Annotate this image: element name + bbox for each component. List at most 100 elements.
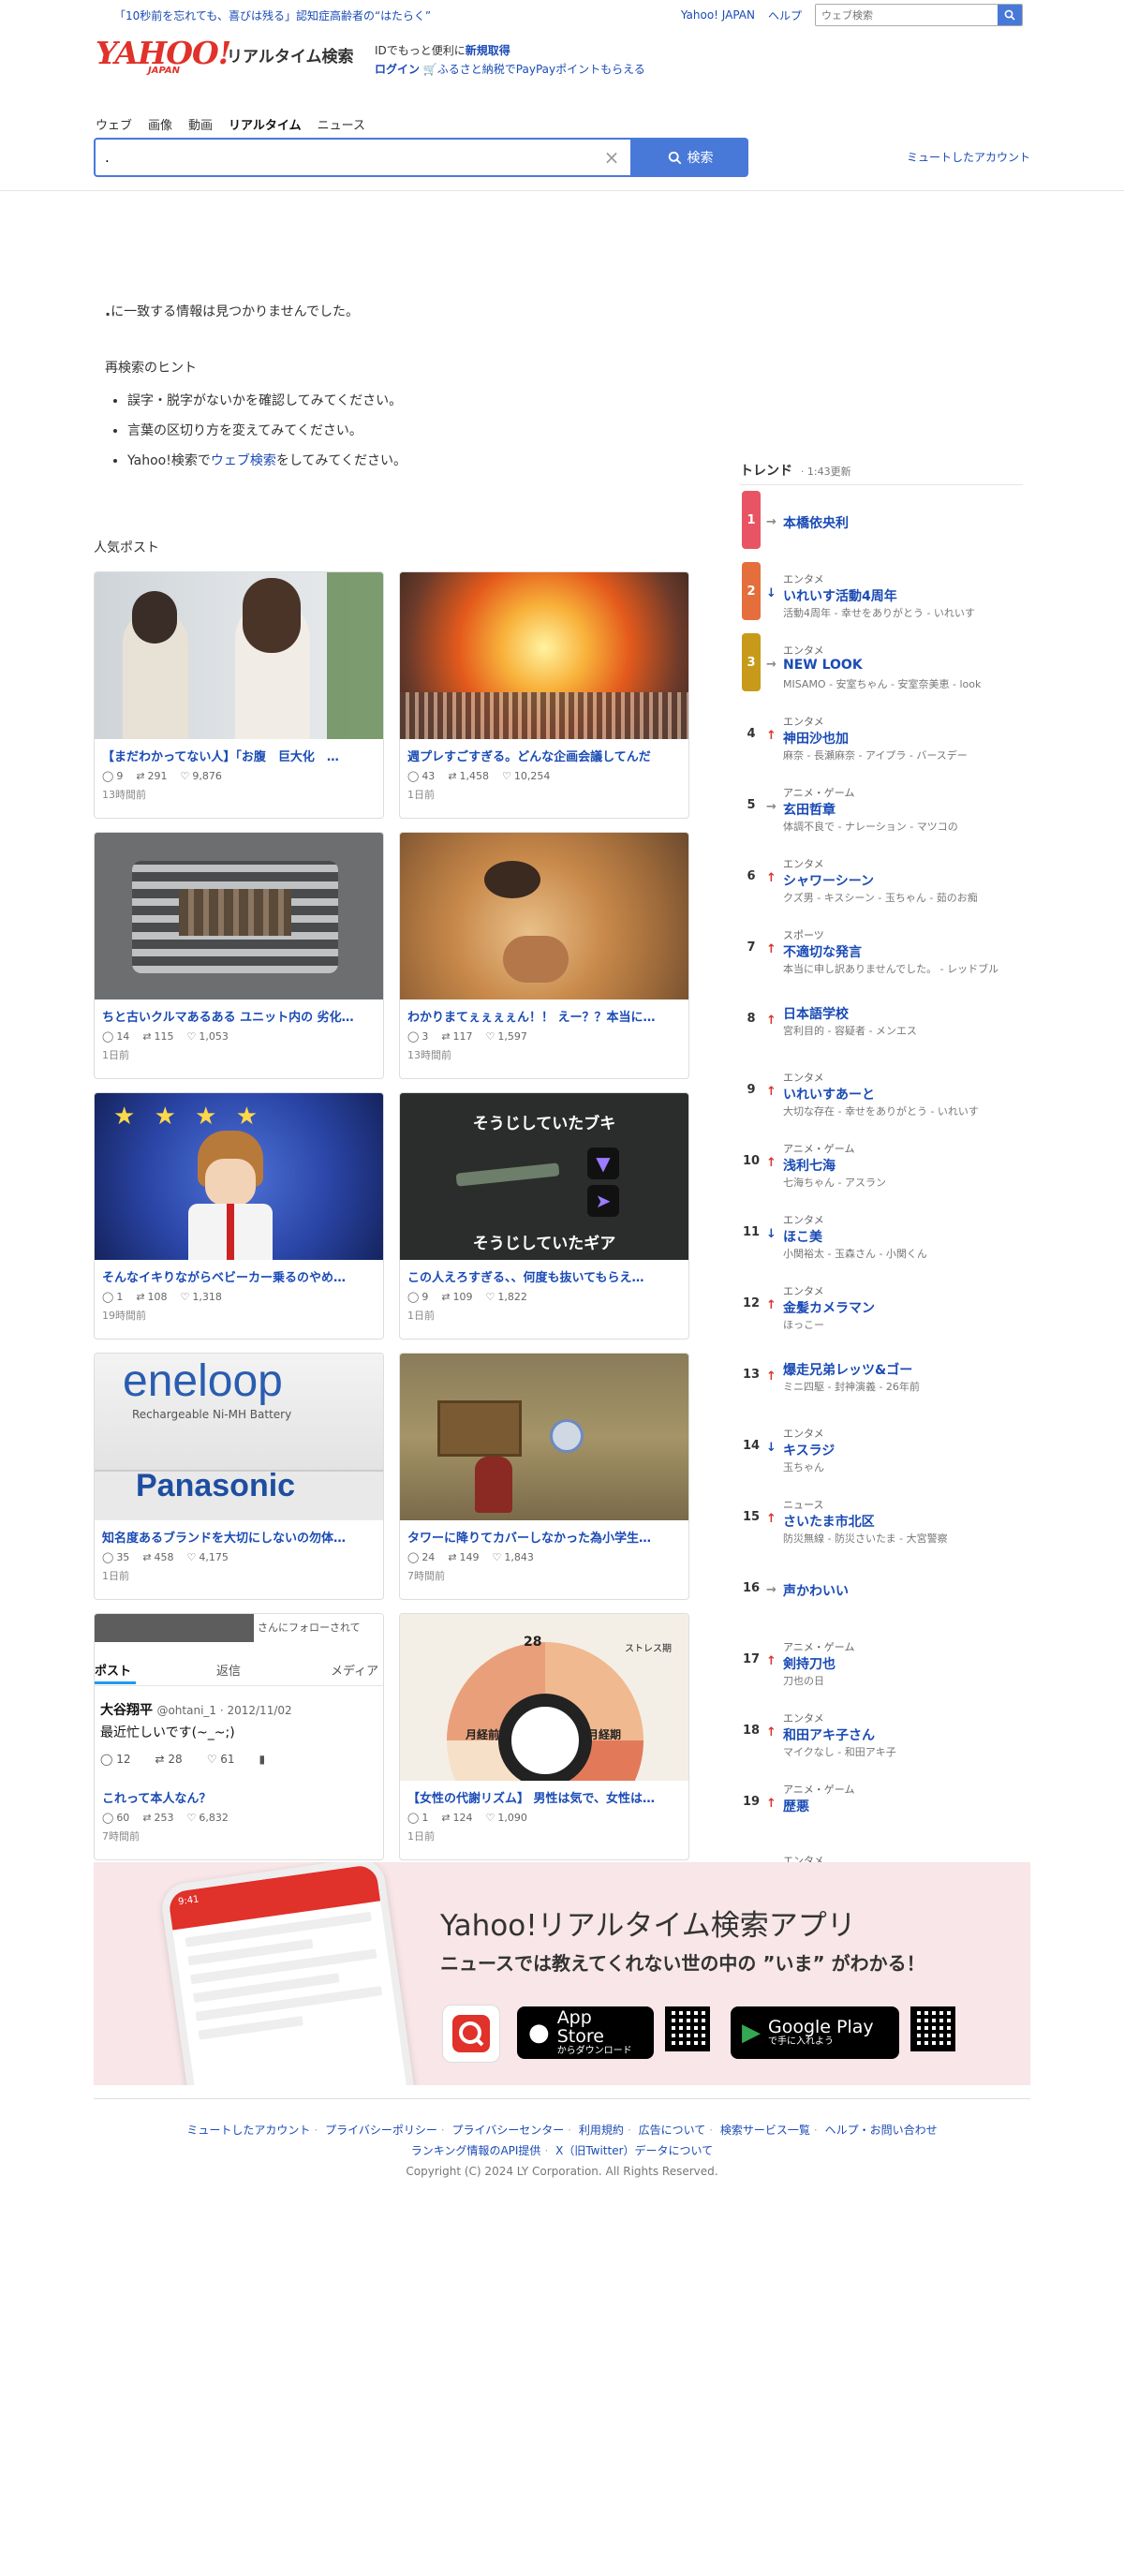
promo-link[interactable]: 「10秒前を忘れても、喜びは残る」認知症高齢者の“はたらく”	[114, 7, 431, 23]
reply-icon: ◯	[102, 1291, 114, 1303]
trend-title[interactable]: キスラジ	[783, 1441, 835, 1459]
login-link[interactable]: ログイン	[375, 63, 420, 76]
trend-title[interactable]: 声かわいい	[783, 1581, 849, 1600]
trend-item[interactable]: 10 ↑ アニメ・ゲーム 浅利七海 七海ちゃん - アスラン	[740, 1126, 1023, 1197]
post-card[interactable]: タワーに降りてカバーしなかった為小学生… ◯ 24 ⇄ 149 ♡ 1,843 7時間…	[399, 1353, 689, 1600]
post-title[interactable]: 知名度あるブランドを大切にしないの勿体…	[95, 1520, 383, 1546]
trend-item[interactable]: 16 → 声かわいい	[740, 1553, 1023, 1624]
trend-item[interactable]: 1 → 本橋依央利	[740, 485, 1023, 556]
google-play-button[interactable]: ▶ Google Play で手に入れよう	[731, 2006, 899, 2059]
web-search-button[interactable]	[998, 5, 1022, 25]
tab-news[interactable]: ニュース	[318, 115, 365, 133]
furusato-link[interactable]: ふるさと納税でPayPayポイントもらえる	[437, 63, 645, 76]
gplay-sublabel: で手に入れよう	[768, 2036, 834, 2047]
tab-web[interactable]: ウェブ	[96, 115, 132, 133]
post-card[interactable]: そうじしていたブキ ▼ ➤ そうじしていたギア この人えろすぎる、、何度も抜いて…	[399, 1092, 689, 1340]
post-title[interactable]: 【まだわかってない人】「お腹 巨大化 …	[95, 739, 383, 764]
trend-title[interactable]: 不適切な発言	[783, 942, 862, 961]
trend-title[interactable]: 浅利七海	[783, 1156, 836, 1175]
trend-item[interactable]: 8 ↑ 日本語学校 宮利目的 - 容疑者 - メンエス	[740, 984, 1023, 1055]
footer-link[interactable]: ヘルプ・お問い合わせ	[825, 2124, 938, 2137]
post-card[interactable]: ちと古いクルマあるある ユニット内の 劣化… ◯ 14 ⇄ 115 ♡ 1,053 1…	[94, 832, 384, 1079]
trend-related: MISAMO - 安室ちゃん - 安室奈美恵 - look	[783, 678, 982, 690]
post-title[interactable]: わかりまてぇぇぇぇん！！ えー？？本当に…	[400, 999, 688, 1025]
post-thumbnail	[95, 833, 383, 999]
play-icon: ▶	[742, 2019, 761, 2047]
trend-title[interactable]: ほこ美	[783, 1227, 822, 1246]
post-age: 13時間前	[102, 789, 146, 801]
trend-item[interactable]: 12 ↑ エンタメ 金髪カメラマン ほっこー	[740, 1268, 1023, 1340]
trend-title[interactable]: 爆走兄弟レッツ&ゴー	[783, 1360, 912, 1379]
app-banner[interactable]: 9:41 Yahoo!リアルタイム検索アプリ ニュースでは教えてくれない世の中の…	[94, 1862, 1030, 2085]
post-title[interactable]: 週プレすごすぎる。どんな企画会議してんだ	[400, 739, 688, 764]
trend-title[interactable]: 和田アキ子さん	[783, 1725, 875, 1744]
trend-item[interactable]: 11 ↓ エンタメ ほこ美 小関裕太 - 玉森さん - 小関くん	[740, 1197, 1023, 1268]
footer-link[interactable]: 広告について	[639, 2124, 706, 2137]
trend-title[interactable]: 歴悪	[783, 1797, 809, 1815]
web-search-input[interactable]	[816, 5, 998, 25]
post-card[interactable]: さんにフォローされて ポスト 返信 メディア 大谷翔平 @ohtani_1 · …	[94, 1613, 384, 1860]
trend-title[interactable]: いれいすあーと	[783, 1085, 875, 1103]
post-card[interactable]: eneloop Rechargeable Ni-MH Battery Panas…	[94, 1353, 384, 1600]
post-title[interactable]: これって本人なん？	[95, 1781, 383, 1806]
footer-link[interactable]: X（旧Twitter）データについて	[555, 2144, 713, 2157]
footer-link[interactable]: ランキング情報のAPI提供	[411, 2144, 541, 2157]
footer-link[interactable]: ミュートしたアカウント	[186, 2124, 310, 2137]
trend-item[interactable]: 4 ↑ エンタメ 神田沙也加 麻奈 - 長瀬麻奈 - アイプラ - バースデー	[740, 699, 1023, 770]
clear-icon[interactable]: ×	[602, 146, 621, 169]
search-input[interactable]	[105, 149, 602, 166]
help-link[interactable]: ヘルプ	[768, 7, 802, 23]
post-card[interactable]: わかりまてぇぇぇぇん！！ えー？？本当に… ◯ 3 ⇄ 117 ♡ 1,597 13時…	[399, 832, 689, 1079]
hint-item: 言葉の区切り方を変えてみてください。	[127, 416, 1030, 446]
trend-item[interactable]: 17 ↑ アニメ・ゲーム 剣持刀也 刀也の日	[740, 1624, 1023, 1695]
trend-item[interactable]: 9 ↑ エンタメ いれいすあーと 大切な存在 - 幸せをありがとう - いれいす	[740, 1055, 1023, 1126]
post-card[interactable]: 週プレすごすぎる。どんな企画会議してんだ ◯ 43 ⇄ 1,458 ♡ 10,254 …	[399, 571, 689, 819]
trend-title[interactable]: シャワーシーン	[783, 871, 874, 890]
muted-accounts-link[interactable]: ミュートしたアカウント	[907, 149, 1030, 165]
trend-title[interactable]: 玄田哲章	[783, 800, 836, 819]
tab-realtime[interactable]: リアルタイム	[229, 115, 302, 133]
trend-item[interactable]: 2 ↓ エンタメ いれいす活動4周年 活動4周年 - 幸せをありがとう - いれいす	[740, 556, 1023, 628]
trend-title[interactable]: 日本語学校	[783, 1004, 849, 1023]
post-card[interactable]: ★ ★ ★ ★ そんなイキりながらベビーカー乗るのやめ… ◯ 1 ⇄ 108 ♡ 1,…	[94, 1092, 384, 1340]
app-store-button[interactable]: ● App Store からダウンロード	[517, 2006, 654, 2059]
trend-item[interactable]: 3 → エンタメ NEW LOOK MISAMO - 安室ちゃん - 安室奈美恵 - l…	[740, 628, 1023, 699]
trend-item[interactable]: 19 ↑ アニメ・ゲーム 歴悪	[740, 1767, 1023, 1838]
repost-count: ⇄ 109	[441, 1291, 472, 1303]
app-icon[interactable]	[442, 2005, 500, 2063]
trend-title[interactable]: 神田沙也加	[783, 729, 849, 748]
trend-title[interactable]: NEW LOOK	[783, 658, 863, 673]
trend-item[interactable]: 6 ↑ エンタメ シャワーシーン クズ男 - キスシーン - 玉ちゃん - 茹のお痴	[740, 841, 1023, 912]
tab-video[interactable]: 動画	[188, 115, 213, 133]
footer-link[interactable]: プライバシーポリシー	[325, 2124, 437, 2137]
trend-title[interactable]: 剣持刀也	[783, 1654, 836, 1673]
post-title[interactable]: 【女性の代謝リズム】 男性は気で、女性は…	[400, 1781, 688, 1806]
thumb-text-bottom: そうじしていたギア	[472, 1235, 616, 1253]
trend-item[interactable]: 15 ↑ ニュース さいたま市北区 防災無線 - 防災さいたま - 大宮警察	[740, 1482, 1023, 1553]
post-card[interactable]: 28 月経前期 月経期 ストレス期 【女性の代謝リズム】 男性は気で、女性は… …	[399, 1613, 689, 1860]
tab-images[interactable]: 画像	[148, 115, 172, 133]
trend-item[interactable]: 14 ↓ エンタメ キスラジ 玉ちゃん	[740, 1411, 1023, 1482]
post-card[interactable]: 【まだわかってない人】「お腹 巨大化 … ◯ 9 ⇄ 291 ♡ 9,876 13時間…	[94, 571, 384, 819]
trend-rank: 16	[742, 1580, 761, 1595]
footer-link[interactable]: 利用規約	[579, 2124, 624, 2137]
post-title[interactable]: この人えろすぎる、、何度も抜いてもらえ…	[400, 1260, 688, 1285]
trend-title[interactable]: いれいす活動4周年	[783, 586, 897, 605]
post-title[interactable]: タワーに降りてカバーしなかった為小学生…	[400, 1520, 688, 1546]
trend-title[interactable]: 本橋依央利	[783, 513, 849, 532]
heart-icon: ♡	[502, 770, 511, 782]
trend-item[interactable]: 18 ↑ エンタメ 和田アキ子さん マイクなし - 和田アキ子	[740, 1695, 1023, 1767]
trend-title[interactable]: さいたま市北区	[783, 1512, 875, 1531]
trend-item[interactable]: 7 ↑ スポーツ 不適切な発言 本当に申し訳ありませんでした。 - レッドブル	[740, 912, 1023, 984]
search-button[interactable]: 検索	[632, 138, 748, 177]
trend-item[interactable]: 5 → アニメ・ゲーム 玄田哲章 体調不良で - ナレーション - マツコの	[740, 770, 1023, 841]
signup-link[interactable]: 新規取得	[466, 44, 510, 57]
logo[interactable]: YAHOO! JAPAN リアルタイム検索	[96, 37, 354, 76]
footer-link[interactable]: プライバシーセンター	[452, 2124, 565, 2137]
trend-item[interactable]: 13 ↑ 爆走兄弟レッツ&ゴー ミニ四駆 - 封神演義 - 26年前	[740, 1340, 1023, 1411]
post-title[interactable]: ちと古いクルマあるある ユニット内の 劣化…	[95, 999, 383, 1025]
footer-link[interactable]: 検索サービス一覧	[720, 2124, 810, 2137]
trend-title[interactable]: 金髪カメラマン	[783, 1298, 875, 1317]
yahoo-japan-link[interactable]: Yahoo! JAPAN	[681, 8, 755, 22]
post-title[interactable]: そんなイキりながらベビーカー乗るのやめ…	[95, 1260, 383, 1285]
